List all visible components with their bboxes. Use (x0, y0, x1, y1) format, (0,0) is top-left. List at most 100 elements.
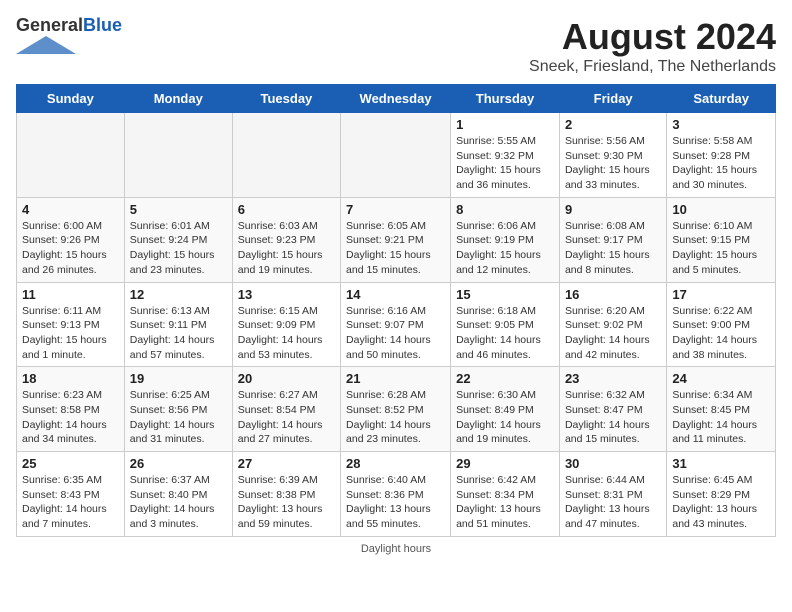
day-number: 10 (672, 202, 770, 217)
day-number: 19 (130, 371, 227, 386)
calendar-cell (232, 113, 340, 198)
day-number: 27 (238, 456, 335, 471)
calendar-cell: 8 Sunrise: 6:06 AM Sunset: 9:19 PM Daylig… (451, 197, 560, 282)
calendar-cell: 26 Sunrise: 6:37 AM Sunset: 8:40 PM Dayli… (124, 452, 232, 537)
day-info: Sunrise: 6:28 AM Sunset: 8:52 PM Dayligh… (346, 388, 445, 447)
day-info: Sunrise: 6:23 AM Sunset: 8:58 PM Dayligh… (22, 388, 119, 447)
day-info: Sunrise: 6:15 AM Sunset: 9:09 PM Dayligh… (238, 304, 335, 363)
day-info: Sunrise: 6:30 AM Sunset: 8:49 PM Dayligh… (456, 388, 554, 447)
page: GeneralBlue August 2024 Sneek, Friesland… (0, 0, 792, 565)
logo: GeneralBlue (16, 16, 122, 58)
day-info: Sunrise: 6:16 AM Sunset: 9:07 PM Dayligh… (346, 304, 445, 363)
day-number: 3 (672, 117, 770, 132)
calendar-cell: 19 Sunrise: 6:25 AM Sunset: 8:56 PM Dayli… (124, 367, 232, 452)
calendar-week-row: 1Sunrise: 5:55 AM Sunset: 9:32 PM Daylig… (17, 113, 776, 198)
calendar-cell: 9Sunrise: 6:08 AM Sunset: 9:17 PM Daylig… (559, 197, 666, 282)
calendar-day-header: Thursday (451, 85, 560, 113)
day-number: 24 (672, 371, 770, 386)
day-number: 30 (565, 456, 661, 471)
calendar-cell (17, 113, 125, 198)
calendar-cell: 28 Sunrise: 6:40 AM Sunset: 8:36 PM Dayli… (341, 452, 451, 537)
day-number: 26 (130, 456, 227, 471)
calendar-day-header: Saturday (667, 85, 776, 113)
logo-text: GeneralBlue (16, 16, 122, 58)
day-info: Sunrise: 6:35 AM Sunset: 8:43 PM Dayligh… (22, 473, 119, 532)
calendar-cell: 29 Sunrise: 6:42 AM Sunset: 8:34 PM Dayli… (451, 452, 560, 537)
day-info: Sunrise: 6:08 AM Sunset: 9:17 PM Dayligh… (565, 219, 661, 278)
calendar-cell: 11Sunrise: 6:11 AM Sunset: 9:13 PM Dayli… (17, 282, 125, 367)
day-info: Sunrise: 6:32 AM Sunset: 8:47 PM Dayligh… (565, 388, 661, 447)
calendar-cell: 16 Sunrise: 6:20 AM Sunset: 9:02 PM Dayli… (559, 282, 666, 367)
day-number: 11 (22, 287, 119, 302)
calendar-cell: 12Sunrise: 6:13 AM Sunset: 9:11 PM Dayli… (124, 282, 232, 367)
day-number: 23 (565, 371, 661, 386)
calendar-cell: 27Sunrise: 6:39 AM Sunset: 8:38 PM Dayli… (232, 452, 340, 537)
day-info: Sunrise: 6:10 AM Sunset: 9:15 PM Dayligh… (672, 219, 770, 278)
day-number: 17 (672, 287, 770, 302)
calendar-day-header: Sunday (17, 85, 125, 113)
day-info: Sunrise: 6:01 AM Sunset: 9:24 PM Dayligh… (130, 219, 227, 278)
day-info: Sunrise: 6:00 AM Sunset: 9:26 PM Dayligh… (22, 219, 119, 278)
day-info: Sunrise: 6:34 AM Sunset: 8:45 PM Dayligh… (672, 388, 770, 447)
calendar-cell: 24 Sunrise: 6:34 AM Sunset: 8:45 PM Dayli… (667, 367, 776, 452)
day-info: Sunrise: 6:25 AM Sunset: 8:56 PM Dayligh… (130, 388, 227, 447)
day-number: 25 (22, 456, 119, 471)
day-info: Sunrise: 6:18 AM Sunset: 9:05 PM Dayligh… (456, 304, 554, 363)
day-info: Sunrise: 6:06 AM Sunset: 9:19 PM Dayligh… (456, 219, 554, 278)
day-info: Sunrise: 6:37 AM Sunset: 8:40 PM Dayligh… (130, 473, 227, 532)
day-number: 31 (672, 456, 770, 471)
day-info: Sunrise: 6:22 AM Sunset: 9:00 PM Dayligh… (672, 304, 770, 363)
day-number: 21 (346, 371, 445, 386)
day-info: Sunrise: 5:58 AM Sunset: 9:28 PM Dayligh… (672, 134, 770, 193)
day-info: Sunrise: 6:27 AM Sunset: 8:54 PM Dayligh… (238, 388, 335, 447)
day-number: 20 (238, 371, 335, 386)
day-number: 12 (130, 287, 227, 302)
calendar-day-header: Wednesday (341, 85, 451, 113)
day-number: 15 (456, 287, 554, 302)
day-number: 4 (22, 202, 119, 217)
calendar-cell: 22 Sunrise: 6:30 AM Sunset: 8:49 PM Dayli… (451, 367, 560, 452)
title-block: August 2024 Sneek, Friesland, The Nether… (529, 16, 776, 76)
calendar-cell: 10 Sunrise: 6:10 AM Sunset: 9:15 PM Dayli… (667, 197, 776, 282)
day-number: 28 (346, 456, 445, 471)
calendar-cell: 20 Sunrise: 6:27 AM Sunset: 8:54 PM Dayli… (232, 367, 340, 452)
calendar-cell: 25 Sunrise: 6:35 AM Sunset: 8:43 PM Dayli… (17, 452, 125, 537)
calendar-week-row: 18 Sunrise: 6:23 AM Sunset: 8:58 PM Dayli… (17, 367, 776, 452)
calendar-week-row: 11Sunrise: 6:11 AM Sunset: 9:13 PM Dayli… (17, 282, 776, 367)
calendar-cell: 6 Sunrise: 6:03 AM Sunset: 9:23 PM Daylig… (232, 197, 340, 282)
calendar-cell: 31Sunrise: 6:45 AM Sunset: 8:29 PM Dayli… (667, 452, 776, 537)
calendar-week-row: 25 Sunrise: 6:35 AM Sunset: 8:43 PM Dayli… (17, 452, 776, 537)
calendar-day-header: Tuesday (232, 85, 340, 113)
day-info: Sunrise: 6:03 AM Sunset: 9:23 PM Dayligh… (238, 219, 335, 278)
calendar-header-row: SundayMondayTuesdayWednesdayThursdayFrid… (17, 85, 776, 113)
day-number: 7 (346, 202, 445, 217)
calendar-cell: 21 Sunrise: 6:28 AM Sunset: 8:52 PM Dayli… (341, 367, 451, 452)
header: GeneralBlue August 2024 Sneek, Friesland… (16, 16, 776, 76)
calendar-cell: 7Sunrise: 6:05 AM Sunset: 9:21 PM Daylig… (341, 197, 451, 282)
day-info: Sunrise: 5:56 AM Sunset: 9:30 PM Dayligh… (565, 134, 661, 193)
day-number: 8 (456, 202, 554, 217)
day-number: 16 (565, 287, 661, 302)
day-info: Sunrise: 6:40 AM Sunset: 8:36 PM Dayligh… (346, 473, 445, 532)
calendar-cell: 4 Sunrise: 6:00 AM Sunset: 9:26 PM Daylig… (17, 197, 125, 282)
calendar-cell: 1Sunrise: 5:55 AM Sunset: 9:32 PM Daylig… (451, 113, 560, 198)
calendar-table: SundayMondayTuesdayWednesdayThursdayFrid… (16, 84, 776, 537)
day-number: 6 (238, 202, 335, 217)
calendar-cell: 2 Sunrise: 5:56 AM Sunset: 9:30 PM Daylig… (559, 113, 666, 198)
day-info: Sunrise: 6:20 AM Sunset: 9:02 PM Dayligh… (565, 304, 661, 363)
day-number: 22 (456, 371, 554, 386)
day-number: 2 (565, 117, 661, 132)
day-info: Sunrise: 6:44 AM Sunset: 8:31 PM Dayligh… (565, 473, 661, 532)
day-info: Sunrise: 6:42 AM Sunset: 8:34 PM Dayligh… (456, 473, 554, 532)
calendar-cell: 14Sunrise: 6:16 AM Sunset: 9:07 PM Dayli… (341, 282, 451, 367)
calendar-cell: 18 Sunrise: 6:23 AM Sunset: 8:58 PM Dayli… (17, 367, 125, 452)
calendar-cell: 15 Sunrise: 6:18 AM Sunset: 9:05 PM Dayli… (451, 282, 560, 367)
day-number: 29 (456, 456, 554, 471)
calendar-cell: 30 Sunrise: 6:44 AM Sunset: 8:31 PM Dayli… (559, 452, 666, 537)
calendar-cell: 5 Sunrise: 6:01 AM Sunset: 9:24 PM Daylig… (124, 197, 232, 282)
subtitle: Sneek, Friesland, The Netherlands (529, 58, 776, 76)
day-number: 5 (130, 202, 227, 217)
calendar-cell: 13Sunrise: 6:15 AM Sunset: 9:09 PM Dayli… (232, 282, 340, 367)
calendar-day-header: Friday (559, 85, 666, 113)
day-number: 18 (22, 371, 119, 386)
